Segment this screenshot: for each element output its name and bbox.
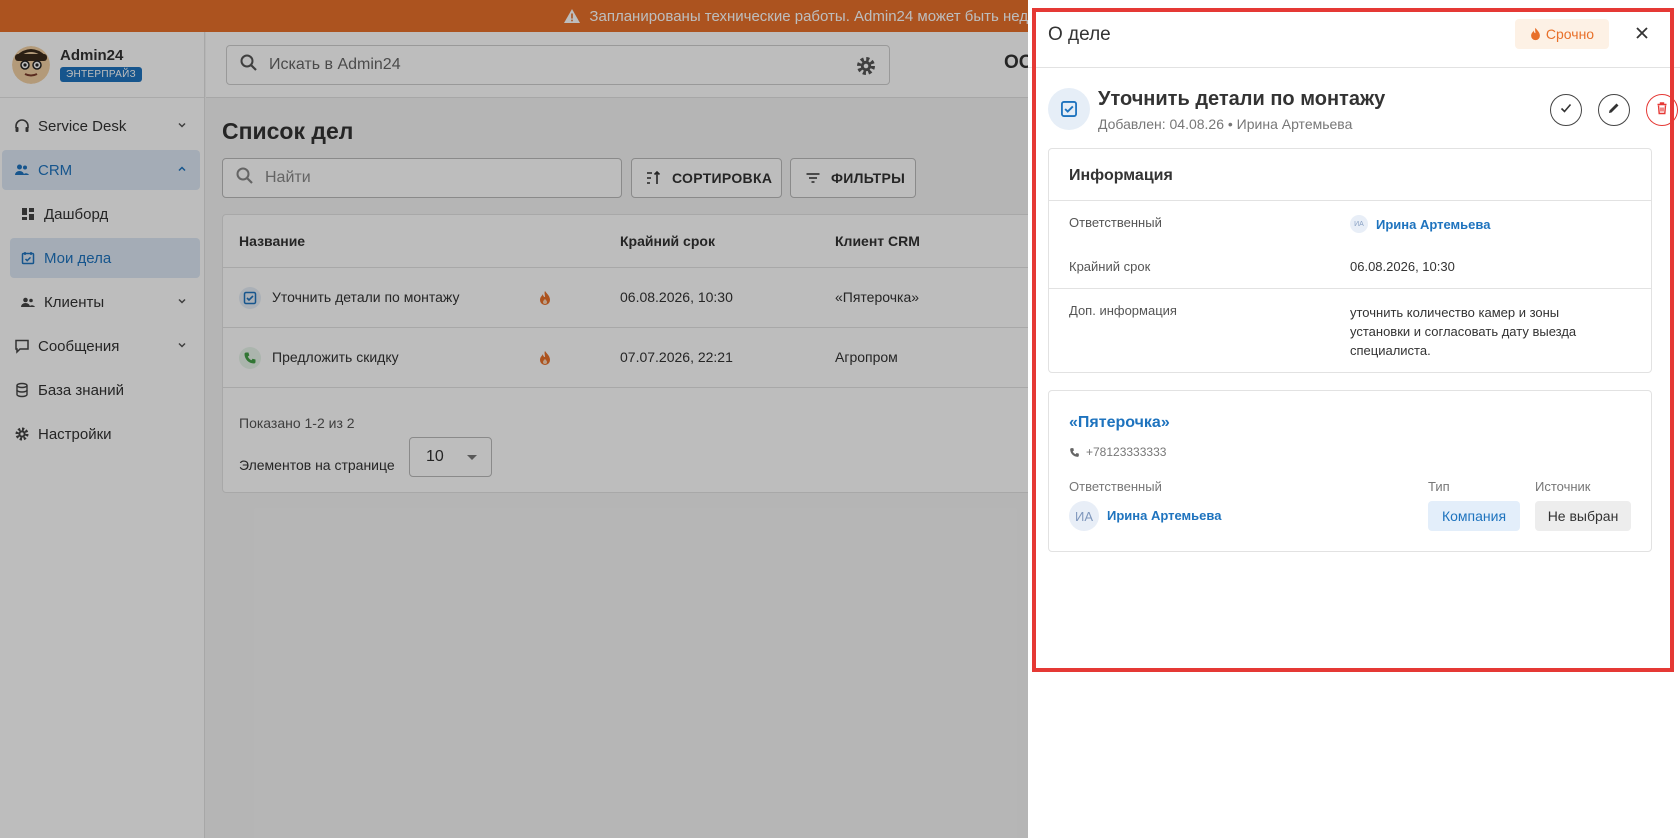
fire-icon [1530,27,1541,41]
client-responsible-link[interactable]: Ирина Артемьева [1107,508,1221,523]
client-source-chip: Не выбран [1535,501,1631,531]
client-type-label: Тип [1428,479,1450,494]
task-header: Уточнить детали по монтажу Добавлен: 04.… [1048,88,1678,138]
check-icon [1559,101,1573,120]
client-card: «Пятерочка» +78123333333 Ответственный Т… [1048,390,1652,552]
info-card: Информация Ответственный ИА Ирина Артемь… [1048,148,1652,373]
pencil-icon [1607,101,1621,120]
task-meta: Добавлен: 04.08.26 • Ирина Артемьева [1098,116,1353,132]
urgent-label: Срочно [1545,26,1595,42]
info-label: Крайний срок [1069,259,1151,274]
responsible-name: Ирина Артемьева [1376,216,1491,232]
task-checkbox-icon [1048,88,1090,130]
deadline-value: 06.08.2026, 10:30 [1350,259,1455,274]
drawer-title: О деле [1048,24,1111,45]
phone-icon [1069,447,1080,458]
info-label: Доп. информация [1069,303,1177,318]
edit-button[interactable] [1598,94,1630,126]
client-link[interactable]: «Пятерочка» [1069,414,1170,432]
client-phone[interactable]: +78123333333 [1069,445,1166,459]
extra-info-value: уточнить количество камер и зоны установ… [1350,305,1577,358]
task-title: Уточнить детали по монтажу [1098,88,1386,110]
avatar: ИА [1350,215,1368,233]
info-label: Ответственный [1069,215,1162,230]
close-icon[interactable] [1631,22,1653,44]
trash-icon [1655,101,1669,120]
modal-backdrop[interactable] [0,0,1028,838]
complete-button[interactable] [1550,94,1582,126]
drawer-header: О деле Срочно [1028,0,1680,68]
avatar: ИА [1069,501,1099,531]
client-type-chip: Компания [1428,501,1520,531]
urgent-badge: Срочно [1515,19,1609,49]
info-row-deadline: Крайний срок 06.08.2026, 10:30 [1049,245,1651,289]
phone-number: +78123333333 [1086,445,1167,459]
client-responsible-label: Ответственный [1069,479,1162,494]
delete-button[interactable] [1646,94,1678,126]
info-row-responsible: Ответственный ИА Ирина Артемьева [1049,201,1651,245]
client-source-label: Источник [1535,479,1591,494]
responsible-link[interactable]: ИА Ирина Артемьева [1350,215,1490,233]
info-row-extra: Доп. информация уточнить количество каме… [1049,289,1651,373]
info-card-title: Информация [1049,149,1651,201]
task-details-drawer: О деле Срочно Уточнить детали по монтажу… [1028,0,1680,838]
